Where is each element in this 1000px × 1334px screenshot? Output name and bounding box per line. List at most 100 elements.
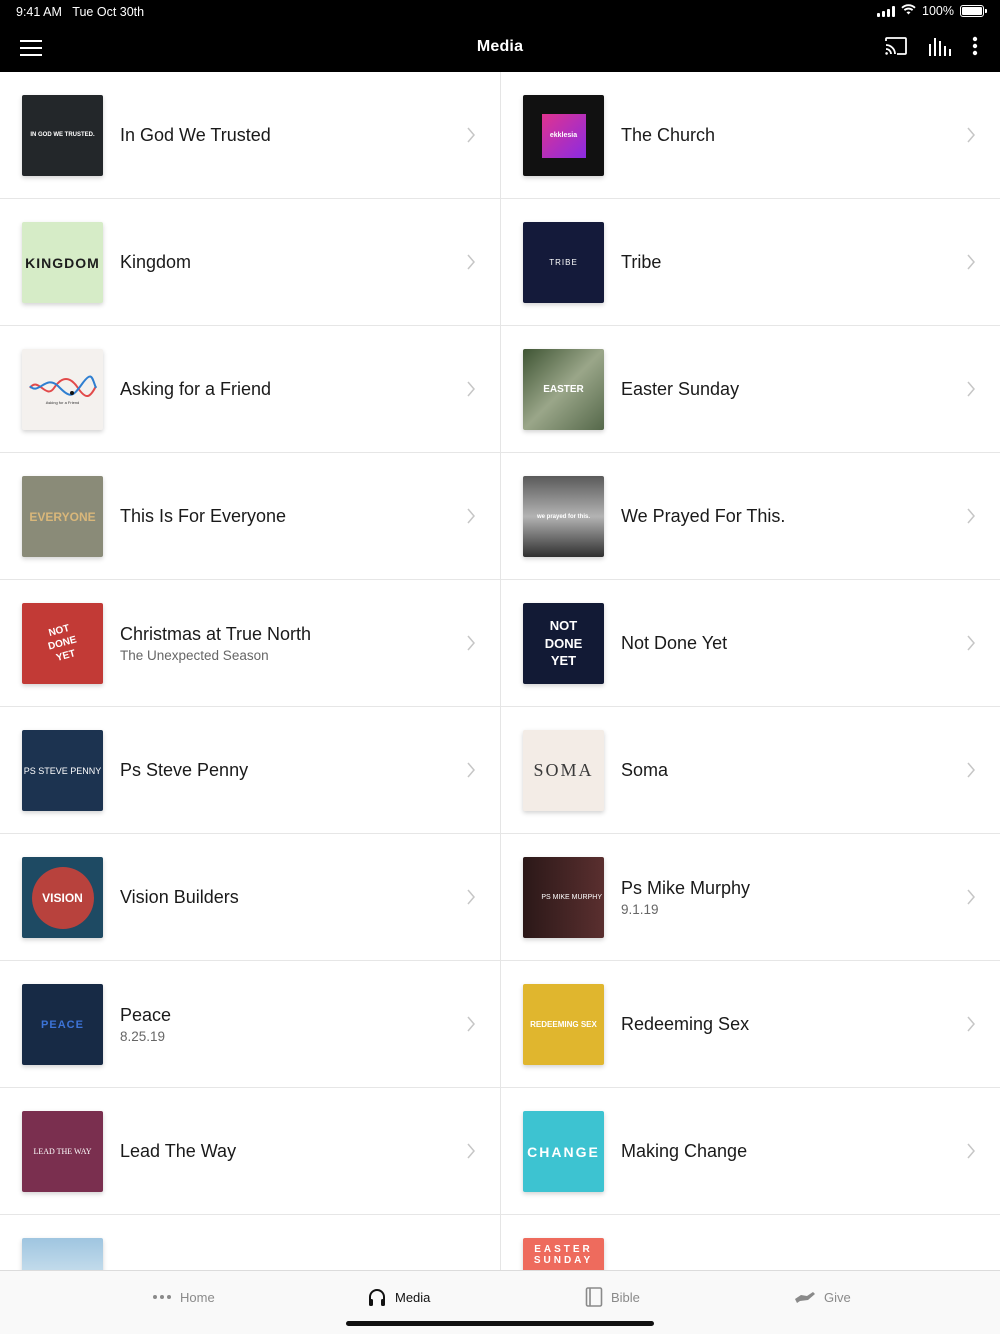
list-item[interactable]: PS MIKE MURPHY Ps Mike Murphy 9.1.19 bbox=[501, 834, 1000, 961]
item-text: In God We Trusted bbox=[120, 72, 450, 199]
list-item[interactable]: EVERYONE This Is For Everyone bbox=[0, 453, 500, 580]
chevron-right-icon bbox=[467, 254, 475, 270]
item-title: Lead The Way bbox=[120, 1141, 237, 1161]
item-text: Ps Mike Murphy 9.1.19 bbox=[621, 834, 951, 961]
chevron-right-icon bbox=[967, 889, 975, 905]
item-text: We Prayed For This. bbox=[621, 453, 951, 580]
time-text: 9:41 AM bbox=[16, 5, 62, 19]
item-title: Vision Builders bbox=[120, 887, 239, 907]
item-title: Soma bbox=[621, 760, 669, 780]
series-thumbnail: NOT DONE YET bbox=[22, 603, 103, 684]
item-title: This Is For Everyone bbox=[120, 506, 287, 526]
tab-label: Media bbox=[395, 1289, 431, 1305]
more-vertical-icon[interactable] bbox=[972, 36, 978, 61]
item-text: Peace 8.25.19 bbox=[120, 961, 450, 1088]
tab-bible[interactable]: Bible bbox=[585, 1285, 640, 1309]
tab-give[interactable]: Give bbox=[794, 1285, 851, 1309]
chevron-right-icon bbox=[967, 635, 975, 651]
nav-actions bbox=[884, 36, 978, 61]
item-text: Tribe bbox=[621, 199, 951, 326]
item-text: Ps Steve Penny bbox=[120, 707, 450, 834]
more-dots-icon bbox=[153, 1295, 171, 1299]
item-text: Redeeming Sex bbox=[621, 961, 951, 1088]
item-text: Vision Builders bbox=[120, 834, 450, 961]
item-title: Kingdom bbox=[120, 252, 192, 272]
series-thumbnail: IN GOD WE TRUSTED. bbox=[22, 95, 103, 176]
list-item[interactable]: IN GOD WE TRUSTED. In God We Trusted bbox=[0, 72, 500, 199]
list-item[interactable]: ekklesia The Church bbox=[501, 72, 1000, 199]
list-item[interactable]: PEACE Peace 8.25.19 bbox=[0, 961, 500, 1088]
list-item[interactable]: EASTER Easter Sunday bbox=[501, 326, 1000, 453]
status-time: 9:41 AM Tue Oct 30th bbox=[16, 5, 144, 19]
thumbnail-text: LEAD THE WAY bbox=[33, 1147, 92, 1156]
list-item[interactable]: VISION Vision Builders bbox=[0, 834, 500, 961]
item-text: Soma bbox=[621, 707, 951, 834]
list-item[interactable]: PS STEVE PENNY Ps Steve Penny bbox=[0, 707, 500, 834]
tab-label: Bible bbox=[611, 1289, 640, 1305]
item-text: Kingdom bbox=[120, 199, 450, 326]
chevron-right-icon bbox=[967, 762, 975, 778]
list-item[interactable]: LEAD THE WAY Lead The Way bbox=[0, 1088, 500, 1215]
series-thumbnail: EASTER bbox=[523, 349, 604, 430]
audio-bars-icon[interactable] bbox=[928, 36, 952, 61]
thumbnail-text: CHANGE bbox=[527, 1143, 600, 1160]
series-thumbnail: NOT DONE YET bbox=[523, 603, 604, 684]
series-thumbnail: PS MIKE MURPHY bbox=[523, 857, 604, 938]
list-item[interactable]: REDEEMING SEX Redeeming Sex bbox=[501, 961, 1000, 1088]
thumbnail-art: ekklesia bbox=[541, 113, 586, 158]
item-title: Ps Mike Murphy bbox=[621, 878, 751, 898]
thumbnail-text: Asking for a Friend bbox=[45, 400, 80, 405]
list-item[interactable]: CHANGE Making Change bbox=[501, 1088, 1000, 1215]
series-thumbnail: SOMA bbox=[523, 730, 604, 811]
list-item[interactable]: NOT DONE YET Not Done Yet bbox=[501, 580, 1000, 707]
list-item[interactable]: EASTER SUNDAY bbox=[501, 1215, 1000, 1270]
chevron-right-icon bbox=[967, 508, 975, 524]
item-text: Asking for a Friend bbox=[120, 326, 450, 453]
battery-percent: 100% bbox=[922, 4, 954, 18]
list-item[interactable]: NOT DONE YET Christmas at True North The … bbox=[0, 580, 500, 707]
item-title: The Church bbox=[621, 125, 716, 145]
series-thumbnail: REDEEMING SEX bbox=[523, 984, 604, 1065]
item-subtitle: The Unexpected Season bbox=[120, 648, 269, 663]
item-title: Tribe bbox=[621, 252, 662, 272]
chevron-right-icon bbox=[467, 1143, 475, 1159]
item-text: This Is For Everyone bbox=[120, 453, 450, 580]
tab-media[interactable]: Media bbox=[367, 1285, 430, 1309]
headphones-icon bbox=[369, 1289, 385, 1306]
item-subtitle: 9.1.19 bbox=[621, 902, 659, 917]
list-item[interactable]: Asking for a Friend Asking for a Friend bbox=[0, 326, 500, 453]
list-item[interactable]: we prayed for this. We Prayed For This. bbox=[501, 453, 1000, 580]
thumbnail-text: KINGDOM bbox=[25, 254, 100, 271]
chevron-right-icon bbox=[467, 381, 475, 397]
series-thumbnail: CHANGE bbox=[523, 1111, 604, 1192]
thumbnail-text: EASTER bbox=[543, 384, 584, 395]
thumbnail-text: NOT DONE YET bbox=[47, 622, 78, 664]
item-text: Making Change bbox=[621, 1088, 951, 1215]
series-thumbnail: Asking for a Friend bbox=[22, 349, 103, 430]
thumbnail-text: EASTER SUNDAY bbox=[533, 1244, 594, 1266]
item-title: Making Change bbox=[621, 1141, 748, 1161]
chevron-right-icon bbox=[467, 1016, 475, 1032]
chevron-right-icon bbox=[967, 381, 975, 397]
item-title: In God We Trusted bbox=[120, 125, 271, 145]
list-item[interactable]: TRIBE Tribe bbox=[501, 199, 1000, 326]
list-item[interactable]: KINGDOM Kingdom bbox=[0, 199, 500, 326]
list-item[interactable] bbox=[0, 1215, 500, 1270]
thumbnail-text: PEACE bbox=[41, 1018, 84, 1031]
home-indicator bbox=[346, 1321, 654, 1326]
page-title: Media bbox=[476, 38, 524, 55]
series-thumbnail: PS STEVE PENNY bbox=[22, 730, 103, 811]
vision-badge: VISION bbox=[31, 866, 94, 929]
thumbnail-text: we prayed for this. bbox=[536, 513, 590, 520]
tab-label: Home bbox=[180, 1289, 215, 1305]
thumbnail-text: NOT DONE YET bbox=[544, 618, 583, 669]
nav-bar: Media bbox=[0, 24, 1000, 72]
series-thumbnail: KINGDOM bbox=[22, 222, 103, 303]
chevron-right-icon bbox=[967, 127, 975, 143]
cast-icon[interactable] bbox=[884, 36, 908, 61]
thumbnail-text: REDEEMING SEX bbox=[530, 1020, 597, 1029]
chevron-right-icon bbox=[967, 1016, 975, 1032]
chevron-right-icon bbox=[467, 889, 475, 905]
tab-home[interactable]: Home bbox=[152, 1285, 215, 1309]
list-item[interactable]: SOMA Soma bbox=[501, 707, 1000, 834]
